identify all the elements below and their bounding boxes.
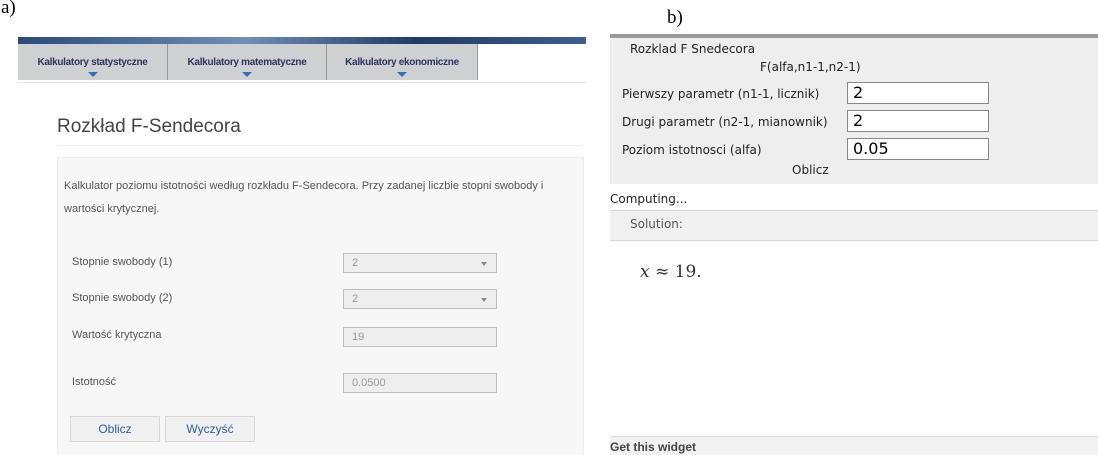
nav-tab-label: Kalkulatory matematyczne bbox=[187, 56, 307, 68]
solution-result: x ≈ 19. bbox=[640, 262, 702, 282]
second-param-input[interactable]: 2 bbox=[847, 110, 989, 132]
df2-label: Stopnie swobody (2) bbox=[72, 292, 173, 304]
chevron-down-icon bbox=[242, 72, 252, 77]
calculator-panel-a: Kalkulatory statystyczne Kalkulatory mat… bbox=[0, 0, 597, 455]
status-text: Computing... bbox=[610, 192, 688, 206]
widget-heading: Rozklad F Snedecora bbox=[630, 42, 756, 56]
calculator-description: Kalkulator poziomu istotności według roz… bbox=[64, 180, 544, 215]
compute-button[interactable]: Oblicz bbox=[70, 416, 160, 442]
first-param-label: Pierwszy parametr (n1-1, licznik) bbox=[622, 87, 820, 101]
second-param-label: Drugi parametr (n2-1, mianownik) bbox=[622, 115, 828, 129]
df2-select-value: 2 bbox=[352, 293, 359, 305]
result-value: ≈ 19. bbox=[649, 262, 702, 282]
nav-tab-label: Kalkulatory statystyczne bbox=[37, 56, 148, 68]
chevron-down-icon bbox=[481, 262, 487, 266]
critical-value-input[interactable]: 19 bbox=[343, 327, 497, 347]
chevron-down-icon bbox=[87, 72, 98, 77]
compute-button[interactable]: Oblicz bbox=[792, 163, 829, 177]
df2-select[interactable]: 2 bbox=[343, 289, 497, 309]
alpha-label: Poziom istotnosci (alfa) bbox=[622, 143, 762, 157]
solution-label: Solution: bbox=[630, 217, 683, 231]
solution-header bbox=[610, 210, 1098, 241]
df1-label: Stopnie swobody (1) bbox=[72, 256, 173, 268]
nav-tab-label: Kalkulatory ekonomiczne bbox=[345, 56, 459, 68]
nav-tab-statistical[interactable]: Kalkulatory statystyczne bbox=[18, 44, 168, 80]
chevron-down-icon bbox=[481, 298, 487, 302]
get-widget-link[interactable]: Get this widget bbox=[610, 440, 696, 454]
critical-value-text: 19 bbox=[352, 331, 365, 343]
significance-label: Istotność bbox=[72, 376, 117, 388]
divider bbox=[57, 145, 582, 146]
chevron-down-icon bbox=[397, 72, 407, 77]
result-variable: x bbox=[640, 262, 650, 282]
significance-text: 0.0500 bbox=[352, 377, 386, 389]
nav-tab-economic[interactable]: Kalkulatory ekonomiczne bbox=[327, 44, 478, 80]
significance-output[interactable]: 0.0500 bbox=[343, 373, 497, 393]
header-banner bbox=[18, 37, 586, 44]
first-param-input[interactable]: 2 bbox=[847, 82, 989, 104]
nav-tab-mathematical[interactable]: Kalkulatory matematyczne bbox=[168, 44, 327, 80]
df1-select-value: 2 bbox=[352, 257, 359, 269]
top-navigation: Kalkulatory statystyczne Kalkulatory mat… bbox=[18, 44, 586, 83]
page-title: Rozkład F-Sendecora bbox=[57, 116, 241, 137]
df1-select[interactable]: 2 bbox=[343, 253, 497, 273]
clear-button[interactable]: Wyczyść bbox=[165, 416, 255, 442]
alpha-input[interactable]: 0.05 bbox=[847, 138, 989, 160]
widget-formula: F(alfa,n1-1,n2-1) bbox=[760, 60, 861, 74]
critical-value-label: Wartość krytyczna bbox=[72, 329, 162, 341]
calculator-panel-b: Rozklad F Snedecora F(alfa,n1-1,n2-1) Pi… bbox=[610, 0, 1098, 455]
